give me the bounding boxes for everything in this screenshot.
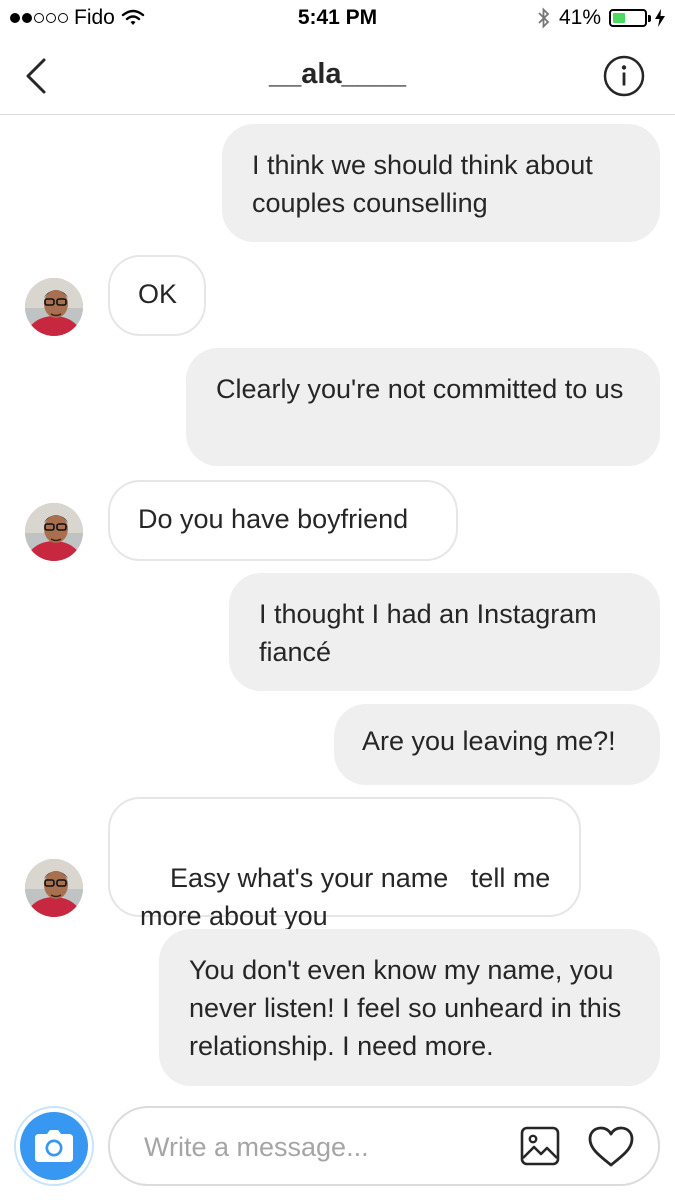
message-bubble-sent[interactable]: I thought I had an Instagram fiancé — [229, 573, 660, 691]
avatar[interactable] — [25, 859, 83, 917]
message-bubble-sent[interactable]: Are you leaving me?! — [334, 704, 660, 785]
conversation-title[interactable]: __ala____ — [0, 58, 675, 91]
message-text: OK — [138, 279, 178, 309]
info-icon — [603, 55, 645, 97]
message-text: Are you leaving me?! — [362, 726, 616, 756]
avatar[interactable] — [25, 503, 83, 561]
camera-button[interactable] — [14, 1106, 94, 1186]
message-text: Clearly you're not committed to us — [216, 374, 624, 404]
message-input[interactable] — [142, 1126, 506, 1168]
info-button[interactable] — [603, 55, 645, 97]
message-bubble-sent[interactable]: You don't even know my name, you never l… — [159, 929, 660, 1086]
message-text: I thought I had an Instagram fiancé — [259, 599, 597, 667]
bluetooth-icon — [538, 7, 550, 29]
conversation-header: __ala____ — [0, 38, 675, 115]
camera-icon — [35, 1130, 73, 1162]
image-icon — [520, 1126, 560, 1166]
message-text: Easy what's your name tell me more about… — [140, 863, 558, 931]
message-bubble-received[interactable]: Easy what's your name tell me more about… — [108, 797, 581, 931]
status-bar: Fido 5:41 PM 41% — [0, 0, 675, 38]
status-right: 41% — [537, 6, 665, 30]
gallery-button[interactable] — [520, 1126, 560, 1166]
camera-button-fill — [20, 1112, 88, 1180]
message-composer — [108, 1106, 660, 1186]
message-bubble-received[interactable]: OK — [108, 255, 206, 336]
avatar[interactable] — [25, 278, 83, 336]
message-bubble-sent[interactable]: Clearly you're not committed to us — [186, 348, 660, 466]
message-bubble-received[interactable]: Do you have boyfriend — [108, 480, 458, 561]
bolt-icon — [655, 9, 665, 27]
message-text: Do you have boyfriend — [138, 504, 409, 534]
message-bubble-sent[interactable]: I think we should think about couples co… — [222, 124, 660, 242]
message-text: You don't even know my name, you never l… — [189, 955, 622, 1061]
like-button[interactable] — [588, 1126, 634, 1168]
message-text: I think we should think about couples co… — [252, 150, 593, 218]
battery-percent: 41% — [558, 6, 601, 29]
heart-icon — [588, 1126, 634, 1167]
battery-icon — [609, 9, 651, 27]
